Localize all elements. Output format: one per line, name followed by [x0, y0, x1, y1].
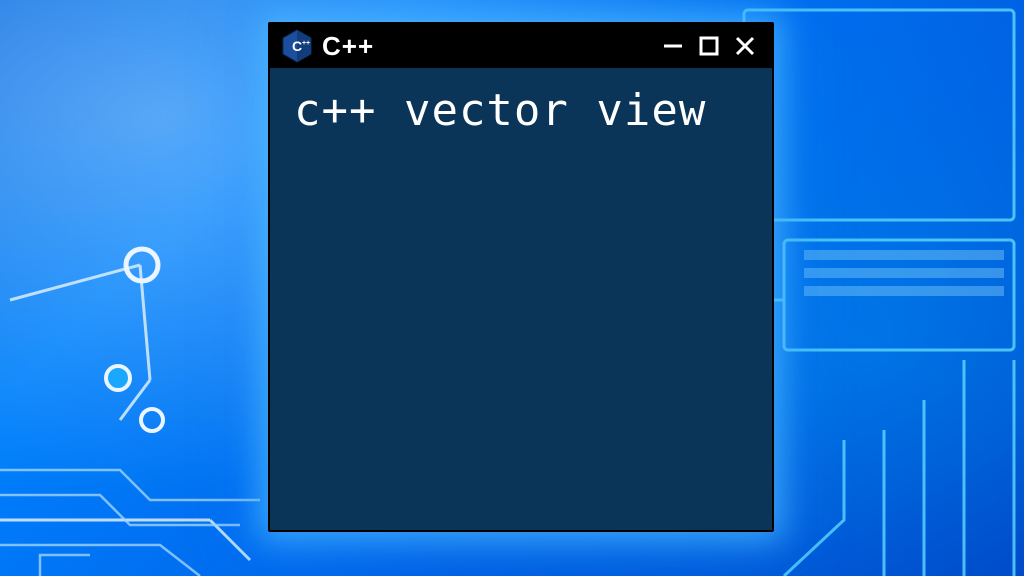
maximize-icon[interactable] — [698, 35, 720, 57]
window-controls — [662, 35, 760, 57]
close-icon[interactable] — [734, 35, 756, 57]
terminal-window: C + + C++ c++ vector view — [268, 22, 774, 532]
svg-text:C: C — [292, 38, 302, 54]
cpp-hex-icon: C + + — [282, 29, 312, 63]
minimize-icon[interactable] — [662, 35, 684, 57]
window-title: C++ — [322, 31, 374, 62]
titlebar: C + + C++ — [270, 24, 772, 68]
svg-text:+: + — [306, 40, 310, 47]
terminal-content: c++ vector view — [270, 68, 772, 155]
